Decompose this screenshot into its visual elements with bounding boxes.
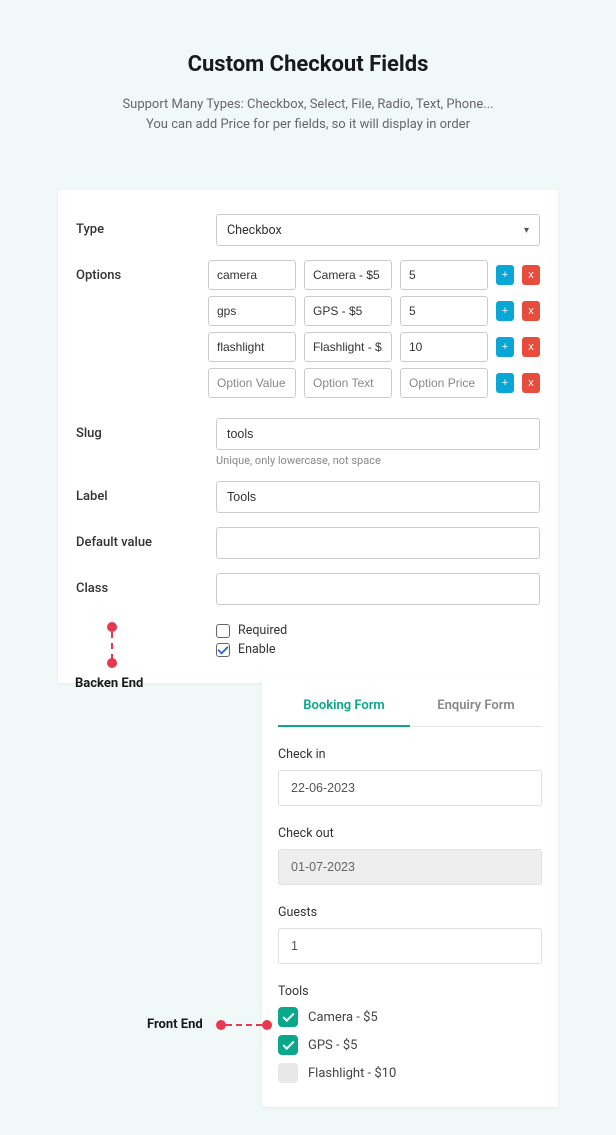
option-row: + x (208, 260, 540, 290)
page-subtitle: Support Many Types: Checkbox, Select, Fi… (0, 95, 616, 135)
type-select-value: Checkbox (227, 223, 282, 238)
option-text-input[interactable] (304, 296, 392, 326)
check-in-label: Check in (278, 747, 542, 762)
option-price-input[interactable] (400, 260, 488, 290)
default-value-input[interactable] (216, 527, 540, 559)
annotation-line (226, 1024, 262, 1026)
required-checkbox[interactable] (216, 624, 230, 638)
option-add-button[interactable]: + (496, 265, 514, 285)
annotation-dot-icon (262, 1020, 272, 1030)
class-input[interactable] (216, 573, 540, 605)
option-text-input[interactable] (304, 260, 392, 290)
option-delete-button[interactable]: x (522, 301, 540, 321)
option-text-input[interactable] (304, 368, 392, 398)
slug-label: Slug (76, 418, 216, 441)
enable-checkbox-label: Enable (238, 642, 276, 657)
option-value-input[interactable] (208, 260, 296, 290)
option-row: + x (208, 296, 540, 326)
tool-checkbox-gps[interactable] (278, 1035, 298, 1055)
option-price-input[interactable] (400, 296, 488, 326)
tab-booking-form[interactable]: Booking Form (278, 698, 410, 727)
tools-label: Tools (278, 984, 542, 999)
tool-checkbox-camera[interactable] (278, 1007, 298, 1027)
frontend-annotation-label: Front End (147, 1017, 203, 1032)
chevron-down-icon: ▾ (524, 225, 529, 236)
option-add-button[interactable]: + (496, 301, 514, 321)
required-checkbox-label: Required (238, 623, 287, 638)
slug-help-text: Unique, only lowercase, not space (216, 454, 540, 467)
backend-form-panel: Type Checkbox ▾ Options + x + x (58, 190, 558, 683)
label-label: Label (76, 481, 216, 504)
check-out-input[interactable] (278, 849, 542, 885)
check-out-label: Check out (278, 826, 542, 841)
option-price-input[interactable] (400, 368, 488, 398)
annotation-dot-icon (107, 622, 117, 632)
tab-enquiry-form[interactable]: Enquiry Form (410, 698, 542, 726)
type-label: Type (76, 214, 216, 237)
type-select[interactable]: Checkbox ▾ (216, 214, 540, 246)
check-in-input[interactable] (278, 770, 542, 806)
backend-annotation-label: Backen End (75, 676, 143, 691)
slug-input[interactable] (216, 418, 540, 450)
class-label: Class (76, 573, 216, 596)
option-delete-button[interactable]: x (522, 337, 540, 357)
guests-label: Guests (278, 905, 542, 920)
option-row: + x (208, 368, 540, 398)
page-title: Custom Checkout Fields (0, 52, 616, 77)
enable-checkbox[interactable] (216, 643, 230, 657)
option-value-input[interactable] (208, 332, 296, 362)
guests-input[interactable] (278, 928, 542, 964)
option-text-input[interactable] (304, 332, 392, 362)
annotation-dot-icon (107, 658, 117, 668)
option-value-input[interactable] (208, 296, 296, 326)
options-label: Options (76, 260, 208, 283)
frontend-form-panel: Booking Form Enquiry Form Check in Check… (262, 676, 558, 1107)
tool-checkbox-flashlight[interactable] (278, 1063, 298, 1083)
annotation-dot-icon (216, 1020, 226, 1030)
option-delete-button[interactable]: x (522, 373, 540, 393)
label-input[interactable] (216, 481, 540, 513)
default-value-label: Default value (76, 527, 216, 550)
option-price-input[interactable] (400, 332, 488, 362)
annotation-line (111, 632, 113, 660)
option-delete-button[interactable]: x (522, 265, 540, 285)
option-row: + x (208, 332, 540, 362)
tool-checkbox-label: Camera - $5 (308, 1010, 378, 1025)
option-add-button[interactable]: + (496, 337, 514, 357)
tool-checkbox-label: GPS - $5 (308, 1038, 357, 1053)
option-value-input[interactable] (208, 368, 296, 398)
option-add-button[interactable]: + (496, 373, 514, 393)
tool-checkbox-label: Flashlight - $10 (308, 1066, 396, 1081)
